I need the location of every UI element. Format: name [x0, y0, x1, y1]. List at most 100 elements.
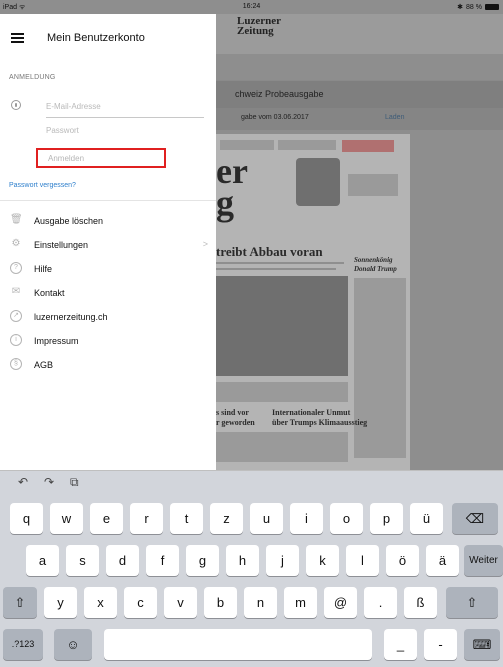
drawer-header: Mein Benutzerkonto [0, 14, 216, 54]
email-underline [46, 117, 204, 118]
backspace-key[interactable]: ⌫ [452, 503, 498, 534]
paper-sub-3: Internationaler Unmut [272, 408, 351, 417]
paper-side-column [354, 278, 406, 458]
key[interactable]: f [146, 545, 179, 576]
key[interactable]: i [290, 503, 323, 534]
forgot-password-link[interactable]: Passwort vergessen? [9, 182, 76, 189]
redo-icon[interactable]: ↷ [44, 475, 54, 489]
key[interactable]: b [204, 587, 237, 618]
paper-headline-3: treibt Abbau voran [216, 244, 323, 259]
status-right: ✱ 88 % [457, 3, 499, 11]
menu-item-website[interactable]: ↗ luzernerzeitung.ch [0, 306, 216, 328]
paper-headline-2: g [216, 183, 234, 223]
key[interactable]: ß [404, 587, 437, 618]
edition-date: gabe vom 03.06.2017 [241, 114, 309, 121]
key[interactable]: t [170, 503, 203, 534]
key[interactable]: d [106, 545, 139, 576]
mail-icon: ✉ [11, 286, 21, 297]
paper-portrait-photo [296, 158, 340, 206]
key[interactable]: x [84, 587, 117, 618]
key[interactable]: l [346, 545, 379, 576]
key[interactable]: w [50, 503, 83, 534]
keyboard-hide-icon[interactable]: ⌨ [464, 629, 500, 660]
shift-key-right[interactable]: ⇧ [446, 587, 498, 618]
account-drawer: Mein Benutzerkonto ANMELDUNG Anmelden Pa… [0, 14, 216, 470]
key[interactable]: r [130, 503, 163, 534]
logo-line-2: Zeitung [237, 25, 274, 37]
key[interactable]: c [124, 587, 157, 618]
key[interactable]: k [306, 545, 339, 576]
drawer-title: Mein Benutzerkonto [47, 32, 145, 44]
bluetooth-icon: ✱ [457, 4, 464, 11]
key[interactable]: y [44, 587, 77, 618]
numbers-key[interactable]: .?123 [3, 629, 43, 660]
chevron-right-icon: > [202, 239, 208, 249]
key[interactable]: j [266, 545, 299, 576]
key[interactable]: _ [384, 629, 417, 660]
login-button[interactable]: Anmelden [36, 148, 166, 168]
key[interactable]: s [66, 545, 99, 576]
key[interactable]: h [226, 545, 259, 576]
key[interactable]: . [364, 587, 397, 618]
key[interactable]: ö [386, 545, 419, 576]
menu-item-imprint[interactable]: i Impressum [0, 330, 216, 352]
return-key[interactable]: Weiter [464, 545, 503, 576]
menu-item-label: Einstellungen [34, 240, 89, 250]
paragraph-icon: § [10, 358, 22, 370]
paper-teaser-block [348, 174, 398, 196]
menu-item-help[interactable]: ? Hilfe [0, 258, 216, 280]
paper-line [216, 268, 336, 270]
key[interactable]: u [250, 503, 283, 534]
background-logo: Luzerner Zeitung [237, 16, 281, 37]
keyboard-toolbar: ↶ ↷ ⧉ [0, 471, 503, 493]
trash-icon: 🗑 [10, 214, 23, 225]
help-icon: ? [10, 262, 22, 274]
menu-item-label: Kontakt [34, 288, 65, 298]
key[interactable]: z [210, 503, 243, 534]
key[interactable]: a [26, 545, 59, 576]
key[interactable]: @ [324, 587, 357, 618]
key[interactable]: v [164, 587, 197, 618]
paper-line [216, 262, 344, 264]
key[interactable]: o [330, 503, 363, 534]
paper-side-title-1: Sonnenkönig [354, 256, 393, 264]
newspaper-preview[interactable]: er g treibt Abbau voran Sonnenkönig Dona… [216, 134, 410, 470]
compass-icon: ↗ [10, 310, 22, 322]
key[interactable]: p [370, 503, 403, 534]
password-input[interactable] [46, 122, 206, 138]
undo-icon[interactable]: ↶ [18, 475, 28, 489]
key[interactable]: m [284, 587, 317, 618]
edition-title: chweiz Probeausgabe [235, 89, 324, 99]
menu-item-label: AGB [34, 360, 54, 370]
menu-item-contact[interactable]: ✉ Kontakt [0, 282, 216, 304]
shift-key-left[interactable]: ⇧ [3, 587, 37, 618]
status-time: 16:24 [242, 3, 261, 10]
key[interactable]: ü [410, 503, 443, 534]
menu-item-label: Ausgabe löschen [34, 216, 104, 226]
paste-icon[interactable]: ⧉ [70, 475, 79, 490]
password-field[interactable] [0, 120, 216, 142]
key[interactable]: - [424, 629, 457, 660]
on-screen-keyboard: ↶ ↷ ⧉ q w e r t z u i o p ü ⌫ a s d f g … [0, 470, 503, 667]
menu-item-label: Hilfe [34, 264, 53, 274]
key[interactable]: ä [426, 545, 459, 576]
menu-icon[interactable] [11, 33, 24, 43]
emoji-icon[interactable]: ☺ [54, 629, 92, 660]
menu-item-terms[interactable]: § AGB [0, 354, 216, 376]
load-link[interactable]: Laden [385, 114, 404, 121]
menu-item-settings[interactable]: ⚙ Einstellungen > [0, 234, 216, 256]
info-icon: i [10, 334, 22, 346]
menu-item-delete-edition[interactable]: 🗑 Ausgabe löschen [0, 210, 216, 232]
email-field[interactable] [0, 96, 216, 118]
key[interactable]: e [90, 503, 123, 534]
email-input[interactable] [46, 98, 206, 114]
status-bar: iPad ᯤ 16:24 ✱ 88 % [0, 0, 503, 14]
key[interactable]: n [244, 587, 277, 618]
paper-side-title-2: Donald Trump [354, 265, 397, 273]
key[interactable]: q [10, 503, 43, 534]
paper-text-block [216, 382, 348, 402]
key[interactable]: g [186, 545, 219, 576]
space-key[interactable] [104, 629, 372, 660]
paper-ad-tag [342, 140, 394, 152]
menu-item-label: Impressum [34, 336, 79, 346]
